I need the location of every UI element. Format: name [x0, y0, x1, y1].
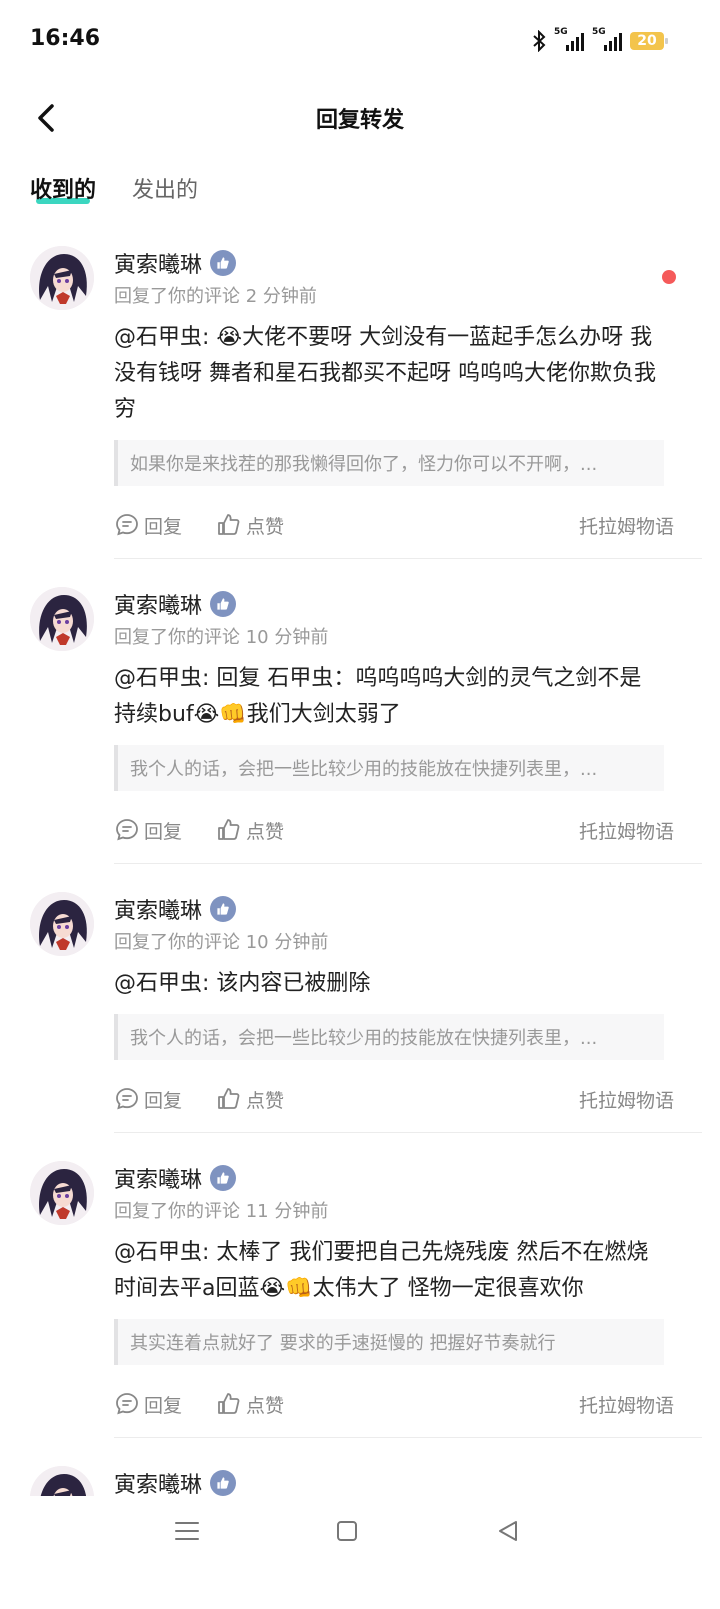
reply-text[interactable]: @石甲虫: 😭大佬不要呀 大剑没有一蓝起手怎么办呀 我没有钱呀 舞者和星石我都买… [114, 320, 662, 428]
list-item[interactable]: 寅索曦琳 回复了你的评论 10 分钟前 @石甲虫: 该内容已被删除 我个人的话，… [0, 882, 720, 1133]
tab-received[interactable]: 收到的 [30, 172, 96, 214]
user-name[interactable]: 寅索曦琳 [114, 1467, 202, 1499]
reply-label: 回复 [144, 820, 183, 843]
reply-text[interactable]: @石甲虫: 太棒了 我们要把自己先烧残废 然后不在燃烧时间去平a回蓝😭👊太伟大了… [114, 1235, 662, 1307]
action-row: 回复 点赞 托拉姆物语 [114, 1371, 702, 1437]
reply-meta: 回复了你的评论 10 分钟前 [114, 627, 329, 648]
system-nav-bar [0, 1496, 720, 1609]
verified-thumb-icon [210, 591, 237, 617]
like-label: 点赞 [246, 515, 285, 538]
user-name[interactable]: 寅索曦琳 [114, 247, 202, 279]
action-row: 回复 点赞 托拉姆物语 [114, 797, 702, 863]
home-square-icon[interactable] [332, 1516, 362, 1546]
thumbs-up-icon [218, 819, 240, 840]
list-item[interactable]: 寅索曦琳 回复了你的评论 10 分钟前 @石甲虫: 回复 石甲虫：呜呜呜呜大剑的… [0, 577, 720, 864]
verified-thumb-icon [210, 250, 237, 276]
comment-icon [116, 1088, 138, 1110]
thumbs-up-icon [218, 1393, 240, 1414]
game-tag[interactable]: 托拉姆物语 [579, 817, 674, 844]
verified-thumb-icon [210, 1165, 237, 1191]
list-item[interactable]: 寅索曦琳 回复了你的评论 11 分钟前 @石甲虫: 太棒了 我们要把自己先烧残废… [0, 1151, 720, 1438]
status-time: 16:46 [30, 26, 101, 51]
item-content: 寅索曦琳 回复了你的评论 2 分钟前 @石甲虫: 😭大佬不要呀 大剑没有一蓝起手… [114, 236, 702, 559]
reply-label: 回复 [144, 1089, 183, 1112]
menu-icon[interactable] [172, 1516, 202, 1546]
item-content: 寅索曦琳 回复了你的评论 10 分钟前 @石甲虫: 回复 石甲虫：呜呜呜呜大剑的… [114, 577, 702, 864]
quoted-comment[interactable]: 如果你是来找茬的那我懒得回你了，怪力你可以不开啊，... [114, 440, 664, 486]
like-button[interactable]: 点赞 [216, 1391, 284, 1418]
tab-sent[interactable]: 发出的 [132, 172, 198, 214]
tab-sent-label: 发出的 [132, 178, 199, 203]
user-name[interactable]: 寅索曦琳 [114, 1162, 202, 1194]
battery-icon: 20 [630, 32, 668, 50]
comment-icon [116, 1393, 138, 1415]
avatar[interactable] [30, 587, 94, 651]
reply-button[interactable]: 回复 [114, 1391, 182, 1418]
like-label: 点赞 [246, 1089, 285, 1112]
tab-bar: 收到的 发出的 [30, 172, 198, 214]
game-tag[interactable]: 托拉姆物语 [579, 1086, 674, 1113]
avatar[interactable] [30, 246, 94, 310]
quoted-comment[interactable]: 其实连着点就好了 要求的手速挺慢的 把握好节奏就行 [114, 1319, 664, 1365]
comment-icon [116, 514, 138, 536]
like-label: 点赞 [246, 1394, 285, 1417]
reply-meta: 回复了你的评论 2 分钟前 [114, 286, 317, 307]
back-triangle-icon[interactable] [494, 1516, 524, 1546]
reply-button[interactable]: 回复 [114, 512, 182, 539]
reply-text[interactable]: @石甲虫: 该内容已被删除 [114, 966, 662, 1002]
page-title: 回复转发 [315, 108, 404, 133]
user-name[interactable]: 寅索曦琳 [114, 893, 202, 925]
notification-list: 寅索曦琳 回复了你的评论 2 分钟前 @石甲虫: 😭大佬不要呀 大剑没有一蓝起手… [0, 236, 720, 1530]
thumbs-up-icon [218, 514, 240, 535]
comment-icon [116, 819, 138, 841]
item-content: 寅索曦琳 [114, 1456, 702, 1500]
status-icons: 5G 5G 20 [532, 27, 668, 54]
like-button[interactable]: 点赞 [216, 817, 284, 844]
signal-icon: 5G [592, 27, 622, 53]
tab-received-label: 收到的 [30, 178, 97, 203]
verified-thumb-icon [210, 1470, 237, 1496]
reply-button[interactable]: 回复 [114, 1086, 182, 1113]
like-label: 点赞 [246, 820, 285, 843]
quoted-comment[interactable]: 我个人的话，会把一些比较少用的技能放在快捷列表里，... [114, 1014, 664, 1060]
verified-thumb-icon [210, 896, 237, 922]
reply-text[interactable]: @石甲虫: 回复 石甲虫：呜呜呜呜大剑的灵气之剑不是持续buf😭👊我们大剑太弱了 [114, 661, 662, 733]
quoted-comment[interactable]: 我个人的话，会把一些比较少用的技能放在快捷列表里，... [114, 745, 664, 791]
thumbs-up-icon [218, 1088, 240, 1109]
reply-label: 回复 [144, 1394, 183, 1417]
unread-dot [662, 270, 676, 284]
game-tag[interactable]: 托拉姆物语 [579, 512, 674, 539]
reply-meta: 回复了你的评论 10 分钟前 [114, 932, 329, 953]
list-item[interactable]: 寅索曦琳 [0, 1456, 720, 1530]
avatar[interactable] [30, 1161, 94, 1225]
reply-button[interactable]: 回复 [114, 817, 182, 844]
like-button[interactable]: 点赞 [216, 512, 284, 539]
game-tag[interactable]: 托拉姆物语 [579, 1391, 674, 1418]
header: 回复转发 [0, 80, 720, 156]
action-row: 回复 点赞 托拉姆物语 [114, 492, 702, 558]
avatar[interactable] [30, 892, 94, 956]
bluetooth-icon [533, 30, 546, 52]
action-row: 回复 点赞 托拉姆物语 [114, 1066, 702, 1132]
item-content: 寅索曦琳 回复了你的评论 10 分钟前 @石甲虫: 该内容已被删除 我个人的话，… [114, 882, 702, 1133]
reply-meta: 回复了你的评论 11 分钟前 [114, 1201, 329, 1222]
like-button[interactable]: 点赞 [216, 1086, 284, 1113]
reply-label: 回复 [144, 515, 183, 538]
signal-icon: 5G [554, 27, 584, 53]
user-name[interactable]: 寅索曦琳 [114, 588, 202, 620]
status-bar: 16:46 5G 5G 20 [0, 0, 720, 80]
list-item[interactable]: 寅索曦琳 回复了你的评论 2 分钟前 @石甲虫: 😭大佬不要呀 大剑没有一蓝起手… [0, 236, 720, 559]
item-content: 寅索曦琳 回复了你的评论 11 分钟前 @石甲虫: 太棒了 我们要把自己先烧残废… [114, 1151, 702, 1438]
